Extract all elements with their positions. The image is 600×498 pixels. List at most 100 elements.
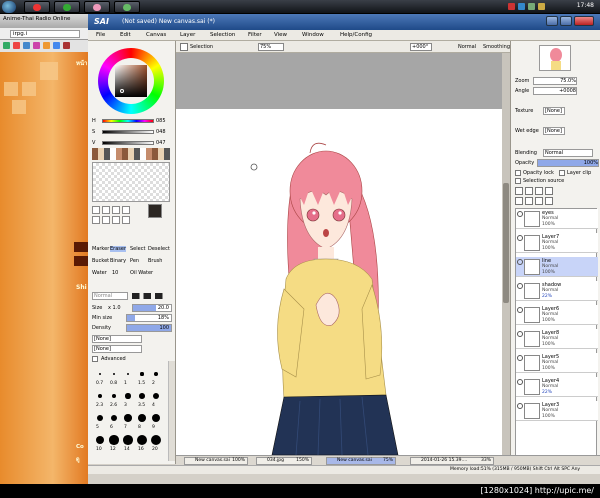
selection-source-checkbox[interactable] bbox=[515, 178, 521, 184]
menu-window[interactable]: Window bbox=[302, 32, 324, 38]
hand-icon[interactable] bbox=[112, 216, 120, 224]
brush-preset-dot[interactable] bbox=[139, 393, 145, 399]
layer-row[interactable]: Layer8 Normal 100% bbox=[516, 329, 598, 349]
color-wheel[interactable] bbox=[98, 48, 164, 114]
rotate-icon[interactable] bbox=[102, 216, 110, 224]
taskbar-folder-button[interactable] bbox=[84, 1, 110, 13]
close-button[interactable] bbox=[574, 16, 594, 26]
maximize-button[interactable] bbox=[560, 16, 572, 26]
selection-checkbox[interactable] bbox=[180, 43, 188, 51]
zoom-icon[interactable] bbox=[92, 216, 100, 224]
minimize-button[interactable] bbox=[546, 16, 558, 26]
navigator-preview[interactable] bbox=[539, 45, 571, 71]
taskbar-sai-button[interactable] bbox=[114, 1, 140, 13]
brush-preset-dot[interactable] bbox=[140, 372, 144, 376]
layer-row[interactable]: Layer7 Normal 100% bbox=[516, 233, 598, 253]
page-banner[interactable] bbox=[74, 256, 88, 266]
layer-clip-checkbox[interactable] bbox=[559, 170, 565, 176]
bookmark-icon[interactable] bbox=[23, 42, 30, 49]
brush-preset-dot[interactable] bbox=[123, 435, 133, 445]
page-banner[interactable] bbox=[74, 242, 88, 252]
value-slider[interactable]: V 047 bbox=[92, 139, 170, 148]
mode-label[interactable]: Normal bbox=[458, 44, 476, 50]
start-orb-icon[interactable] bbox=[2, 1, 16, 13]
brush-preset-dot[interactable] bbox=[99, 373, 101, 375]
file-tab[interactable]: New canvas.sai 100% bbox=[184, 457, 248, 465]
browser-tab[interactable]: Anime-Thai Radio Online bbox=[0, 14, 88, 28]
color-swatches[interactable] bbox=[92, 148, 170, 160]
brush-preset-dot[interactable] bbox=[151, 413, 161, 423]
wet-edge-select[interactable]: [None] bbox=[543, 127, 565, 135]
nav-angle-field[interactable]: +0008 bbox=[533, 87, 577, 95]
color-picker-cursor[interactable] bbox=[120, 89, 124, 93]
brush-preset-dot[interactable] bbox=[138, 414, 146, 422]
layer-row[interactable]: Layer3 Normal 100% bbox=[516, 401, 598, 421]
file-tab[interactable]: New canvas.sai 75% bbox=[326, 457, 396, 465]
canvas[interactable] bbox=[176, 109, 502, 456]
brush-size-presets[interactable]: 0.7 0.8 1 1.5 2 2.3 2.6 3 3.5 4 5 6 7 8 9 10 12 14 16 20 bbox=[94, 366, 164, 466]
brush-preset-dot[interactable] bbox=[112, 372, 116, 376]
menu-filter[interactable]: Filter bbox=[248, 32, 262, 38]
file-tab[interactable]: 2014-01-26 15.39.... 33% bbox=[410, 457, 494, 465]
opacity-slider[interactable]: 100% bbox=[537, 159, 599, 167]
scratchpad[interactable] bbox=[92, 162, 170, 202]
canvas-scrollbar[interactable] bbox=[502, 53, 510, 455]
size-slider[interactable]: 20.0 bbox=[132, 304, 172, 312]
eye-icon[interactable] bbox=[517, 259, 523, 265]
rect-select-icon[interactable] bbox=[92, 206, 100, 214]
primary-color-swatch[interactable] bbox=[148, 204, 162, 218]
menu-edit[interactable]: Edit bbox=[120, 32, 131, 38]
new-folder-icon[interactable] bbox=[535, 187, 543, 195]
taskbar-chrome-button-2[interactable] bbox=[54, 1, 80, 13]
min-size-slider[interactable]: 18% bbox=[126, 314, 172, 322]
layer-row[interactable]: Layer4 Normal 22% bbox=[516, 377, 598, 397]
tool-bucket[interactable]: Bucket bbox=[92, 258, 109, 264]
bookmark-icon[interactable] bbox=[33, 42, 40, 49]
move-icon[interactable] bbox=[122, 206, 130, 214]
brush-preset-dot[interactable] bbox=[152, 392, 160, 400]
tray-volume-icon[interactable] bbox=[528, 3, 535, 10]
canvas-area[interactable] bbox=[176, 53, 510, 456]
brush-preset-dot[interactable] bbox=[125, 393, 131, 399]
brush-preset-dot[interactable] bbox=[126, 372, 130, 376]
menu-file[interactable]: File bbox=[96, 32, 105, 38]
menu-layer[interactable]: Layer bbox=[180, 32, 195, 38]
bookmark-icon[interactable] bbox=[13, 42, 20, 49]
brush-preset-dot[interactable] bbox=[150, 434, 162, 446]
brush-preset-dot[interactable] bbox=[154, 372, 158, 376]
menu-help-config[interactable]: Help/Config bbox=[340, 32, 372, 38]
bookmark-icon[interactable] bbox=[3, 42, 10, 49]
brush-blend-select[interactable]: [None] bbox=[92, 345, 142, 353]
angle-field[interactable]: +000° bbox=[410, 43, 432, 51]
tool-binary[interactable]: Binary bbox=[110, 258, 126, 264]
nav-zoom-field[interactable]: 75.0% bbox=[533, 77, 577, 85]
tray-network-icon[interactable] bbox=[518, 3, 525, 10]
hue-slider[interactable]: H 085 bbox=[92, 117, 170, 126]
transfer-down-icon[interactable] bbox=[535, 197, 543, 205]
tray-flag-icon[interactable] bbox=[538, 3, 545, 10]
menu-view[interactable]: View bbox=[274, 32, 287, 38]
new-layer-icon[interactable] bbox=[515, 187, 523, 195]
delete-layer-icon[interactable] bbox=[545, 187, 553, 195]
address-input[interactable]: irpg.i bbox=[10, 30, 80, 38]
brush-texture-select[interactable]: [None] bbox=[92, 335, 142, 343]
eyedropper-icon[interactable] bbox=[122, 216, 130, 224]
tool-brush[interactable]: Brush bbox=[148, 258, 162, 264]
brush-preset-dot[interactable] bbox=[97, 393, 103, 399]
merge-down-icon[interactable] bbox=[515, 197, 523, 205]
advanced-checkbox[interactable] bbox=[92, 356, 98, 362]
menu-selection[interactable]: Selection bbox=[210, 32, 235, 38]
brush-preset-dot[interactable] bbox=[95, 435, 105, 445]
tool-select[interactable]: Select bbox=[130, 246, 145, 252]
bookmark-icon[interactable] bbox=[53, 42, 60, 49]
blending-select[interactable]: Normal bbox=[543, 149, 593, 157]
clock[interactable]: 17:48 bbox=[577, 2, 594, 9]
bookmark-icon[interactable] bbox=[63, 42, 70, 49]
eye-icon[interactable] bbox=[517, 307, 523, 313]
lasso-icon[interactable] bbox=[102, 206, 110, 214]
brush-mode-select[interactable]: Normal bbox=[92, 292, 128, 300]
brush-preset-dot[interactable] bbox=[109, 435, 119, 445]
clear-layer-icon[interactable] bbox=[525, 197, 533, 205]
eye-icon[interactable] bbox=[517, 235, 523, 241]
eye-icon[interactable] bbox=[517, 403, 523, 409]
